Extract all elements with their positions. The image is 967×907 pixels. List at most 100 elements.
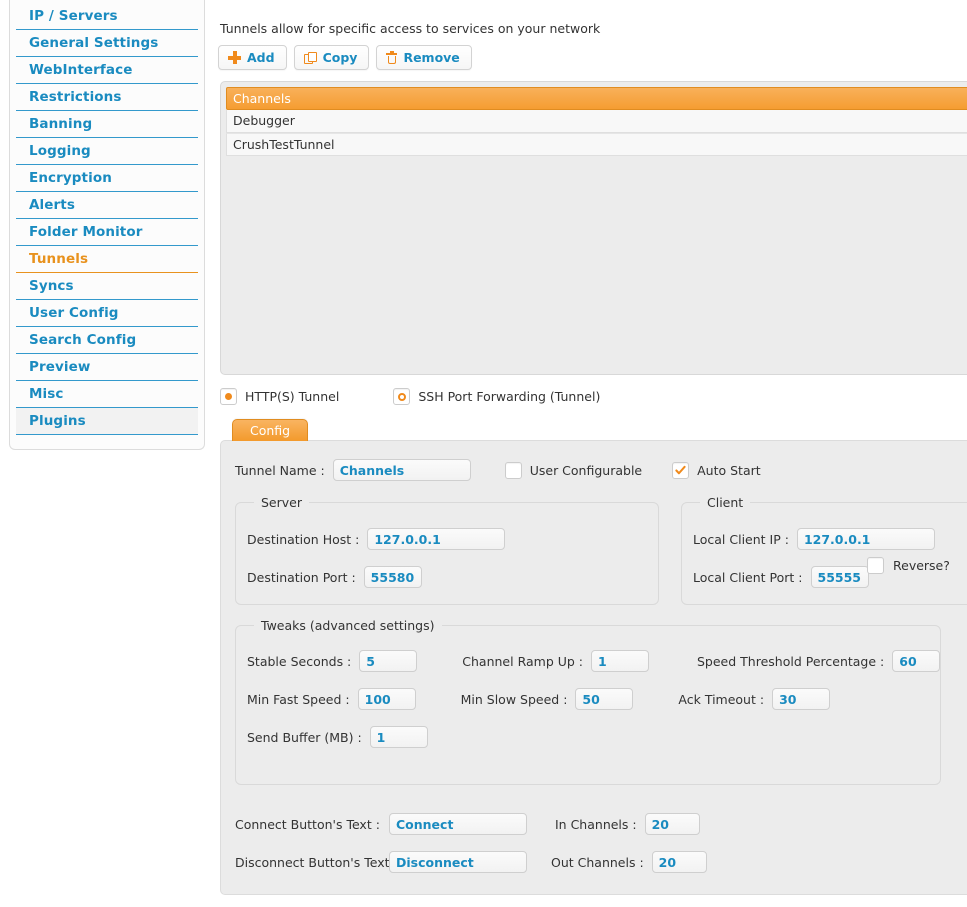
in-channels-input[interactable] — [644, 813, 700, 835]
radio-selected-icon — [220, 388, 237, 405]
remove-button[interactable]: Remove — [376, 45, 472, 70]
ack-timeout-label: Ack Timeout : — [678, 691, 765, 707]
button-text-wrap: Connect Button's Text : In Channels : Di… — [221, 807, 967, 873]
tweaks-legend: Tweaks (advanced settings) — [261, 618, 435, 633]
tunnel-name-label: Tunnel Name : — [235, 462, 325, 478]
send-buffer-input[interactable] — [369, 726, 428, 748]
ack-timeout-input[interactable] — [772, 688, 831, 710]
connect-button-text-input[interactable] — [389, 813, 527, 835]
speed-threshold-input[interactable] — [892, 650, 941, 672]
config-tabstrip: Config — [232, 419, 967, 441]
destination-port-row: Destination Port : — [236, 550, 658, 588]
radio-ssh-port-forwarding[interactable]: SSH Port Forwarding (Tunnel) — [393, 388, 600, 405]
sidebar-item-restrictions[interactable]: Restrictions — [16, 83, 198, 110]
user-configurable-checkbox[interactable] — [504, 461, 522, 479]
server-fieldset: Server Destination Host : Destination Po… — [235, 495, 659, 605]
tweaks-row-1: Stable Seconds : Channel Ramp Up : Speed… — [236, 645, 941, 672]
connect-button-text-label: Connect Button's Text : — [235, 816, 380, 832]
tunnels-list-panel: Channels Debugger CrushTestTunnel — [220, 81, 967, 375]
server-client-columns: Server Destination Host : Destination Po… — [221, 495, 967, 605]
in-channels-label: In Channels : — [555, 816, 637, 832]
add-button-label: Add — [247, 50, 275, 65]
sidebar-item-logging[interactable]: Logging — [16, 137, 198, 164]
tunnels-settings-page: IP / Servers General Settings WebInterfa… — [0, 0, 967, 907]
min-slow-speed-input[interactable] — [575, 688, 634, 710]
min-slow-speed-label: Min Slow Speed : — [460, 691, 568, 707]
sidebar-item-general-settings[interactable]: General Settings — [16, 29, 198, 56]
copy-button[interactable]: Copy — [293, 45, 370, 70]
sidebar-item-webinterface[interactable]: WebInterface — [16, 56, 198, 83]
column-header-channels[interactable]: Channels — [226, 87, 967, 110]
tunnel-name-row: Tunnel Name : User Configurable Auto Sta… — [221, 459, 967, 481]
checkmark-icon — [675, 465, 686, 474]
local-client-port-label: Local Client Port : — [693, 569, 803, 585]
speed-threshold-label: Speed Threshold Percentage : — [697, 653, 885, 669]
sidebar-item-folder-monitor[interactable]: Folder Monitor — [16, 218, 198, 245]
radio-http-tunnel[interactable]: HTTP(S) Tunnel — [220, 388, 339, 405]
reverse-row: Reverse? — [867, 557, 950, 574]
min-fast-speed-input[interactable] — [357, 688, 416, 710]
destination-port-label: Destination Port : — [247, 569, 356, 585]
sidebar-item-preview[interactable]: Preview — [16, 353, 198, 380]
out-channels-input[interactable] — [651, 851, 707, 873]
radio-unselected-icon — [393, 388, 411, 405]
tunnel-name-input[interactable] — [332, 459, 471, 481]
disconnect-button-text-input[interactable] — [389, 851, 527, 873]
sidebar-item-tunnels[interactable]: Tunnels — [16, 245, 198, 273]
sidebar-item-encryption[interactable]: Encryption — [16, 164, 198, 191]
client-legend: Client — [707, 495, 744, 510]
auto-start-label: Auto Start — [697, 462, 761, 478]
channel-ramp-up-input[interactable] — [591, 650, 649, 672]
settings-sidebar: IP / Servers General Settings WebInterfa… — [9, 0, 205, 450]
sidebar-item-search-config[interactable]: Search Config — [16, 326, 198, 353]
client-fieldset: Client Local Client IP : Local Client Po… — [681, 495, 967, 605]
add-button[interactable]: Add — [218, 45, 287, 70]
copy-button-label: Copy — [322, 50, 358, 65]
plus-icon — [228, 51, 241, 64]
local-client-ip-label: Local Client IP : — [693, 531, 789, 547]
connect-button-text-row: Connect Button's Text : In Channels : — [227, 807, 967, 835]
tunnel-toolbar: Add Copy Remove — [212, 36, 967, 70]
disconnect-button-text-label: Disconnect Button's Text : — [235, 854, 398, 870]
radio-ssh-port-forwarding-label: SSH Port Forwarding (Tunnel) — [418, 389, 601, 404]
tweaks-row-3: Send Buffer (MB) : — [236, 710, 940, 748]
sidebar-item-list: IP / Servers General Settings WebInterfa… — [10, 0, 204, 435]
local-client-ip-input[interactable] — [796, 528, 935, 550]
copy-icon — [303, 51, 318, 64]
min-fast-speed-label: Min Fast Speed : — [247, 691, 350, 707]
table-row[interactable]: Debugger — [226, 110, 967, 133]
table-row[interactable]: CrushTestTunnel — [226, 133, 967, 156]
sidebar-item-alerts[interactable]: Alerts — [16, 191, 198, 218]
tweaks-fieldset: Tweaks (advanced settings) Stable Second… — [235, 618, 942, 785]
server-legend: Server — [261, 495, 302, 510]
destination-host-row: Destination Host : — [236, 522, 658, 550]
main-content: Tunnels allow for specific access to ser… — [212, 0, 967, 907]
destination-host-label: Destination Host : — [247, 531, 360, 547]
reverse-label: Reverse? — [893, 558, 950, 573]
local-client-port-input[interactable] — [810, 566, 869, 588]
tweaks-row-2: Min Fast Speed : Min Slow Speed : Ack Ti… — [236, 672, 940, 710]
sidebar-item-misc[interactable]: Misc — [16, 380, 198, 407]
tab-config[interactable]: Config — [232, 419, 309, 441]
channel-ramp-up-label: Channel Ramp Up : — [462, 653, 583, 669]
config-panel: Tunnel Name : User Configurable Auto Sta… — [220, 440, 967, 895]
tweaks-wrap: Tweaks (advanced settings) Stable Second… — [221, 618, 967, 785]
tunnel-type-radio-group: HTTP(S) Tunnel SSH Port Forwarding (Tunn… — [212, 375, 967, 405]
auto-start-checkbox[interactable] — [672, 461, 690, 479]
stable-seconds-input[interactable] — [359, 650, 418, 672]
sidebar-item-plugins[interactable]: Plugins — [16, 407, 198, 435]
local-client-ip-row: Local Client IP : — [682, 522, 967, 550]
reverse-checkbox[interactable] — [867, 557, 884, 574]
send-buffer-label: Send Buffer (MB) : — [247, 729, 362, 745]
sidebar-item-user-config[interactable]: User Config — [16, 299, 198, 326]
radio-http-tunnel-label: HTTP(S) Tunnel — [245, 389, 340, 404]
sidebar-item-ip-servers[interactable]: IP / Servers — [16, 0, 198, 29]
destination-port-input[interactable] — [363, 566, 422, 588]
out-channels-label: Out Channels : — [551, 854, 644, 870]
sidebar-item-syncs[interactable]: Syncs — [16, 273, 198, 299]
destination-host-input[interactable] — [367, 528, 506, 550]
page-description: Tunnels allow for specific access to ser… — [220, 21, 601, 36]
stable-seconds-label: Stable Seconds : — [247, 653, 352, 669]
sidebar-item-banning[interactable]: Banning — [16, 110, 198, 137]
trash-icon — [386, 50, 398, 64]
